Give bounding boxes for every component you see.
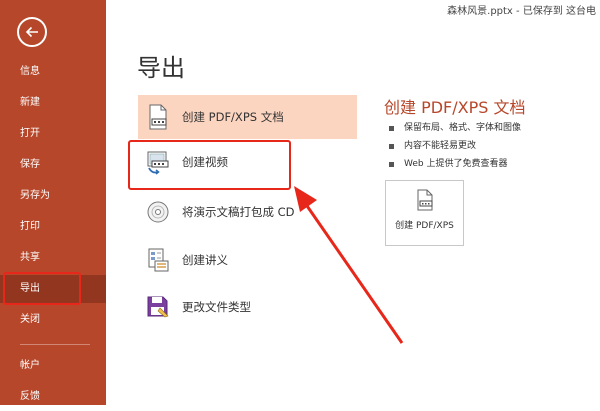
nav-item-save-as[interactable]: 另存为 [0,182,106,210]
option-label: 创建 PDF/XPS 文档 [182,110,284,124]
page-title: 导出 [137,54,185,82]
pdf-document-icon [417,189,433,211]
create-pdf-xps-button-label: 创建 PDF/XPS [395,221,454,231]
nav-item-print[interactable]: 打印 [0,213,106,241]
option-label: 创建讲义 [182,253,228,267]
window-title: 森林风景.pptx - 已保存到 这台电 [447,6,596,17]
nav-item-info[interactable]: 信息 [0,58,106,86]
nav-item-new[interactable]: 新建 [0,89,106,117]
create-pdf-xps-button[interactable]: 创建 PDF/XPS [385,180,464,246]
cd-icon [147,201,169,223]
option-change-file-type[interactable]: 更改文件类型 [138,285,357,329]
detail-bullet: 内容不能轻易更改 [388,137,521,155]
nav-item-share[interactable]: 共享 [0,244,106,272]
option-label: 更改文件类型 [182,300,251,314]
pdf-document-icon [149,104,167,130]
nav-item-save[interactable]: 保存 [0,151,106,179]
sidebar-divider [20,344,90,345]
detail-bullet: Web 上提供了免费查看器 [388,155,521,173]
nav-item-feedback[interactable]: 反馈 [0,383,106,411]
detail-bullet: 保留布局、格式、字体和图像 [388,119,521,137]
nav-item-account[interactable]: 帐户 [0,352,106,380]
detail-bullet-list: 保留布局、格式、字体和图像 内容不能轻易更改 Web 上提供了免费查看器 [388,119,521,173]
save-floppy-icon [147,296,169,318]
annotation-highlight-export [3,272,81,305]
option-create-pdf-xps[interactable]: 创建 PDF/XPS 文档 [138,95,357,139]
back-arrow-icon [25,26,38,38]
annotation-highlight-create-video [128,140,291,190]
backstage-sidebar: 信息 新建 打开 保存 另存为 打印 共享 导出 关闭 帐户 反馈 [0,0,106,405]
back-button[interactable] [17,17,47,47]
nav-item-open[interactable]: 打开 [0,120,106,148]
option-create-handouts[interactable]: 创建讲义 [138,238,357,282]
option-label: 将演示文稿打包成 CD [182,205,295,219]
option-package-cd[interactable]: 将演示文稿打包成 CD [138,190,357,234]
detail-title: 创建 PDF/XPS 文档 [384,98,526,117]
nav-item-close[interactable]: 关闭 [0,306,106,334]
handout-icon [148,248,169,272]
